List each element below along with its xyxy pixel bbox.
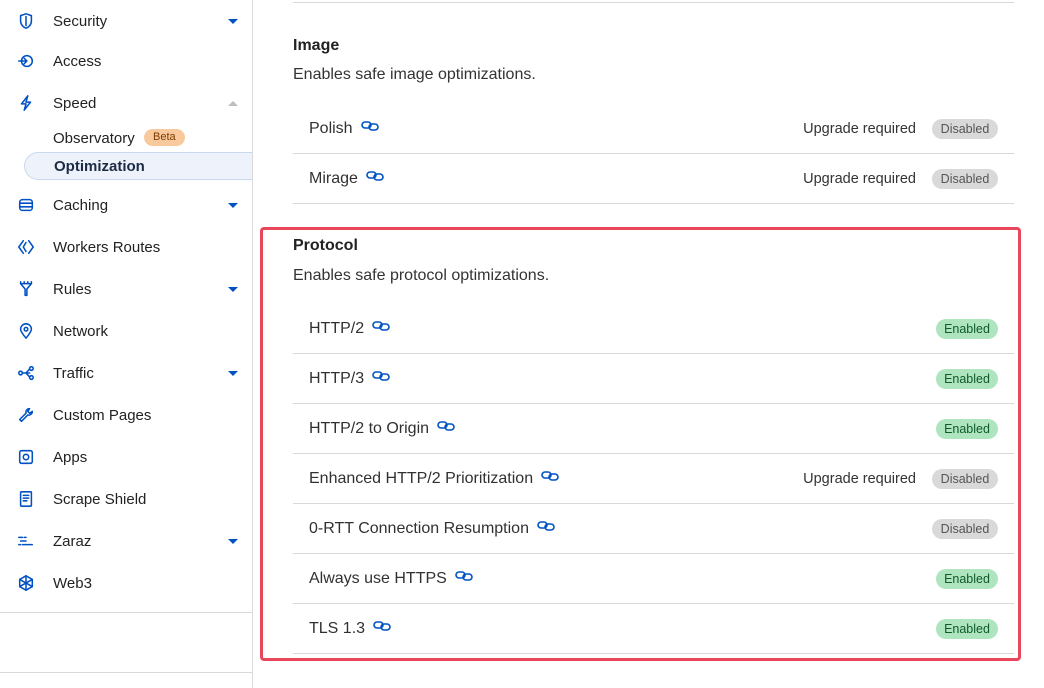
setting-label[interactable]: HTTP/2 (309, 320, 390, 338)
link-icon[interactable] (360, 119, 379, 132)
location-pin-icon (16, 321, 36, 341)
zaraz-icon (16, 531, 36, 551)
setting-label[interactable]: Always use HTTPS (309, 570, 473, 588)
sidebar-item-label: Security (53, 12, 108, 30)
setting-row-http2: HTTP/2 Enabled (293, 304, 1014, 354)
wrench-icon (16, 405, 36, 425)
database-icon (16, 195, 36, 215)
status-badge: Disabled (932, 518, 998, 539)
status-badge: Enabled (936, 618, 998, 639)
status-badge: Disabled (932, 118, 998, 139)
setting-row-http3: HTTP/3 Enabled (293, 354, 1014, 404)
setting-label[interactable]: Enhanced HTTP/2 Prioritization (309, 470, 559, 488)
sidebar-item-label: Scrape Shield (53, 490, 147, 508)
setting-row-0rtt: 0-RTT Connection Resumption Disabled (293, 504, 1014, 554)
rules-icon (16, 279, 36, 299)
traffic-icon (16, 363, 36, 383)
shield-icon (16, 11, 36, 31)
beta-badge: Beta (144, 129, 185, 146)
sidebar-item-label: Speed (53, 94, 97, 112)
setting-label[interactable]: TLS 1.3 (309, 620, 391, 638)
sidebar-item-label: Workers Routes (53, 238, 161, 256)
section-title-image: Image (293, 37, 340, 54)
sidebar-divider (0, 612, 252, 613)
status-badge: Enabled (936, 368, 998, 389)
status-badge: Enabled (936, 568, 998, 589)
upgrade-required-text: Upgrade required (803, 470, 916, 487)
link-icon[interactable] (437, 419, 455, 432)
setting-row-mirage: Mirage Upgrade required Disabled (293, 154, 1014, 204)
setting-row-tls13: TLS 1.3 Enabled (293, 604, 1014, 654)
sidebar-subitem-label: Observatory (53, 129, 135, 147)
sidebar-subitem-label: Optimization (54, 157, 145, 175)
access-icon (16, 51, 36, 71)
chevron-down-icon[interactable] (228, 370, 238, 376)
sidebar-item-workers-routes[interactable]: Workers Routes (0, 226, 252, 268)
web3-icon (16, 573, 36, 593)
sidebar-item-label: Access (53, 52, 102, 70)
chevron-down-icon[interactable] (228, 538, 238, 544)
sidebar-item-label: Custom Pages (53, 406, 152, 424)
section-description-image: Enables safe image optimizations. (293, 66, 536, 83)
sidebar-item-scrape-shield[interactable]: Scrape Shield (0, 478, 252, 520)
chevron-down-icon[interactable] (228, 18, 238, 24)
link-icon[interactable] (541, 469, 559, 482)
link-icon[interactable] (366, 169, 384, 182)
sidebar-item-caching[interactable]: Caching (0, 184, 252, 226)
sidebar-item-label: Traffic (53, 364, 94, 382)
chevron-up-icon[interactable] (228, 100, 238, 106)
setting-label[interactable]: HTTP/3 (309, 370, 390, 388)
apps-icon (16, 447, 36, 467)
link-icon[interactable] (455, 569, 473, 582)
document-icon (16, 489, 36, 509)
sidebar-item-security[interactable]: Security (0, 0, 252, 42)
workers-icon (16, 237, 36, 257)
setting-label[interactable]: HTTP/2 to Origin (309, 420, 455, 438)
setting-label[interactable]: 0-RTT Connection Resumption (309, 520, 555, 538)
sidebar-subitem-optimization[interactable]: Optimization (24, 152, 252, 180)
link-icon[interactable] (372, 319, 390, 332)
sidebar-item-label: Caching (53, 196, 109, 214)
sidebar-item-traffic[interactable]: Traffic (0, 352, 252, 394)
section-description-protocol: Enables safe protocol optimizations. (293, 267, 550, 284)
sidebar-item-apps[interactable]: Apps (0, 436, 252, 478)
status-badge: Disabled (932, 168, 998, 189)
status-badge: Disabled (932, 468, 998, 489)
sidebar-item-label: Rules (53, 280, 92, 298)
status-badge: Enabled (936, 418, 998, 439)
sidebar-item-label: Network (53, 322, 109, 340)
main-content: Image Enables safe image optimizations. … (254, 0, 1044, 688)
sidebar-item-network[interactable]: Network (0, 310, 252, 352)
sidebar-item-label: Web3 (53, 574, 92, 592)
upgrade-required-text: Upgrade required (803, 120, 916, 137)
sidebar-item-zaraz[interactable]: Zaraz (0, 520, 252, 562)
status-badge: Enabled (936, 318, 998, 339)
sidebar-item-label: Apps (53, 448, 88, 466)
sidebar-item-speed[interactable]: Speed (0, 82, 252, 124)
setting-row-http2-to-origin: HTTP/2 to Origin Enabled (293, 404, 1014, 454)
lightning-icon (16, 93, 36, 113)
sidebar-item-label: Zaraz (53, 532, 92, 550)
sidebar: Security Access Speed Observatory Beta O… (0, 0, 253, 688)
link-icon[interactable] (537, 519, 555, 532)
chevron-down-icon[interactable] (228, 202, 238, 208)
section-title-protocol: Protocol (293, 237, 358, 254)
link-icon[interactable] (372, 369, 390, 382)
divider (293, 2, 1014, 3)
sidebar-item-access[interactable]: Access (0, 40, 252, 82)
sidebar-item-web3[interactable]: Web3 (0, 562, 252, 604)
setting-row-enhanced-http2-prioritization: Enhanced HTTP/2 Prioritization Upgrade r… (293, 454, 1014, 504)
chevron-down-icon[interactable] (228, 286, 238, 292)
sidebar-item-custom-pages[interactable]: Custom Pages (0, 394, 252, 436)
setting-label[interactable]: Mirage (309, 170, 384, 188)
sidebar-item-rules[interactable]: Rules (0, 268, 252, 310)
sidebar-divider (0, 672, 252, 673)
setting-row-always-use-https: Always use HTTPS Enabled (293, 554, 1014, 604)
upgrade-required-text: Upgrade required (803, 170, 916, 187)
setting-row-polish: Polish Upgrade required Disabled (293, 104, 1014, 154)
link-icon[interactable] (373, 619, 391, 632)
sidebar-subitem-observatory[interactable]: Observatory Beta (24, 124, 252, 152)
setting-label[interactable]: Polish (309, 120, 379, 138)
